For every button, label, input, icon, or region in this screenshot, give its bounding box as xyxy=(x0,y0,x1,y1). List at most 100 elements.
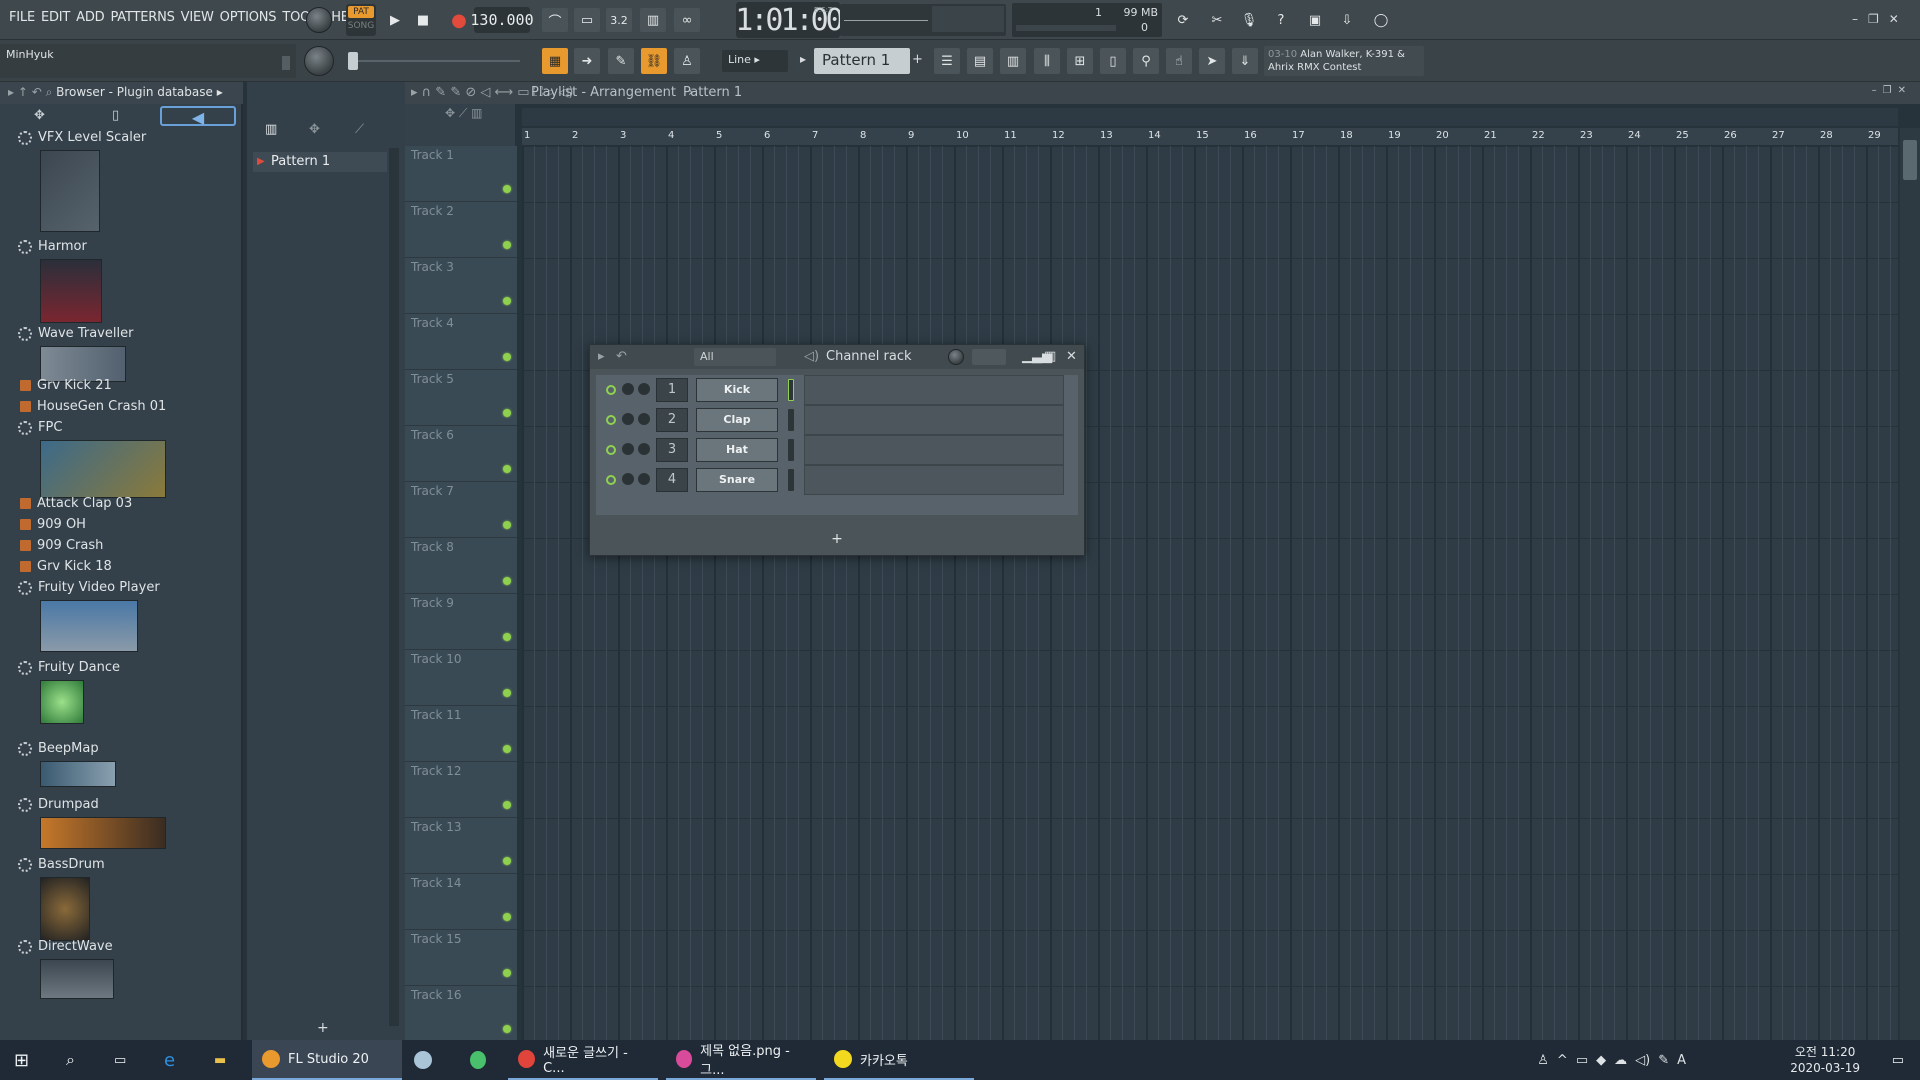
start-button[interactable]: ⊞ xyxy=(4,1040,39,1080)
save-button[interactable]: ▣ xyxy=(1302,8,1328,32)
track-mute-led[interactable] xyxy=(503,465,511,473)
playlist-snap-button[interactable]: ▦ xyxy=(542,48,568,74)
system-tray[interactable]: ♙ ^ ▭ ◆ ☁ ◁) ✎ A xyxy=(1527,1040,1696,1080)
plugin-thumbnail-image[interactable] xyxy=(40,817,166,849)
track-header[interactable]: Track 4 xyxy=(405,314,517,370)
all-tab[interactable]: ✥ xyxy=(34,108,45,123)
playlist-window-button[interactable]: ☰ xyxy=(934,48,960,74)
master-volume-slider[interactable] xyxy=(350,60,520,62)
ime-indicator[interactable]: A xyxy=(1677,1053,1686,1068)
plugin-database-tab[interactable]: ◀ xyxy=(160,106,236,127)
channel-name-button[interactable]: Clap xyxy=(696,408,778,432)
taskbar-app-button[interactable]: FL Studio 20 xyxy=(252,1040,402,1080)
browser-item[interactable]: Fruity Video Player xyxy=(18,580,160,595)
undo-history-button[interactable]: ⟳ xyxy=(1170,8,1196,32)
track-header[interactable]: Track 12 xyxy=(405,762,517,818)
tempo-display[interactable]: 130.000 xyxy=(470,7,534,33)
channel-volume-knob[interactable] xyxy=(638,413,650,425)
channel-volume-knob[interactable] xyxy=(638,473,650,485)
timeline-ruler[interactable]: 1 2 3 4 5 6 7 8 9 10 11 12 13 14 15 16 17 18 19 20 21 22 23 24 2… xyxy=(522,128,1898,146)
channel-step-area[interactable] xyxy=(804,375,1064,405)
track-header[interactable]: Track 11 xyxy=(405,706,517,762)
track-header[interactable]: Track 13 xyxy=(405,818,517,874)
chat-button[interactable]: ◯ xyxy=(1368,8,1394,32)
stamp-button[interactable]: ♙ xyxy=(674,48,700,74)
record-button[interactable]: ● xyxy=(446,8,472,32)
tempo-tapper-button[interactable]: ➤ xyxy=(1199,48,1225,74)
track-mute-led[interactable] xyxy=(503,689,511,697)
browser-item[interactable]: BeepMap xyxy=(18,741,99,756)
cut-tool-button[interactable]: ✂ xyxy=(1204,8,1230,32)
pattern-prev-arrow[interactable]: ▸ xyxy=(800,52,806,66)
menu-file[interactable]: FILE xyxy=(6,10,38,25)
browser-item[interactable]: Fruity Dance xyxy=(18,660,120,675)
channel-pan-knob[interactable] xyxy=(622,413,634,425)
rack-filter-selector[interactable]: All xyxy=(694,348,776,366)
taskbar-app-button[interactable]: 카카오톡 xyxy=(824,1040,974,1080)
add-channel-button[interactable]: + xyxy=(590,531,1084,551)
minimize-icon[interactable]: – xyxy=(1852,12,1868,26)
channel-select-indicator[interactable] xyxy=(788,409,794,431)
track-mute-led[interactable] xyxy=(503,577,511,585)
channel-mixer-track[interactable]: 2 xyxy=(656,408,688,432)
plugin-thumbnail-image[interactable] xyxy=(40,600,138,652)
project-button[interactable]: ▯ xyxy=(1100,48,1126,74)
channel-select-indicator[interactable] xyxy=(788,439,794,461)
track-header[interactable]: Track 1 xyxy=(405,146,517,202)
menu-options[interactable]: OPTIONS xyxy=(217,10,280,25)
track-header[interactable]: Track 5 xyxy=(405,370,517,426)
rack-undo-icon[interactable]: ↶ xyxy=(616,349,627,364)
track-mute-led[interactable] xyxy=(503,297,511,305)
track-header[interactable]: Track 3 xyxy=(405,258,517,314)
countdown-button[interactable]: 3.2 xyxy=(606,8,632,32)
menu-edit[interactable]: EDIT xyxy=(38,10,73,25)
browser-item[interactable]: BassDrum xyxy=(18,857,105,872)
stop-button[interactable]: ■ xyxy=(410,8,436,32)
explorer-button[interactable]: ▬ xyxy=(204,1040,236,1080)
mixer-window-button[interactable]: ⫼ xyxy=(1034,48,1060,74)
add-pattern-button[interactable]: + xyxy=(912,52,923,67)
track-mute-led[interactable] xyxy=(503,241,511,249)
browser-nav-icons[interactable]: ▸ ↑ ↶ ⌕ xyxy=(8,85,56,99)
browser-item[interactable]: Attack Clap 03 xyxy=(20,496,132,511)
plugin-thumbnail-image[interactable] xyxy=(40,150,100,232)
playlist-vertical-scrollbar[interactable] xyxy=(1900,128,1920,1040)
browser-item[interactable]: DirectWave xyxy=(18,939,113,954)
browser-item[interactable]: VFX Level Scaler xyxy=(18,130,146,145)
browser-window-button[interactable]: ⊞ xyxy=(1067,48,1093,74)
step-sequencer-icon[interactable]: ▥ xyxy=(1044,349,1056,364)
channel-mute-led[interactable] xyxy=(606,445,616,455)
pattern-selector[interactable]: Pattern 1 xyxy=(814,48,910,74)
browser-item[interactable]: Grv Kick 18 xyxy=(20,559,112,574)
piano-roll-window-button[interactable]: ▤ xyxy=(967,48,993,74)
export-button[interactable]: ⇩ xyxy=(1334,8,1360,32)
pattern-list-item[interactable]: ▶ Pattern 1 xyxy=(253,152,387,172)
picker-add-button[interactable]: + xyxy=(317,1020,329,1036)
channel-rack-window-button[interactable]: ▥ xyxy=(1000,48,1026,74)
search-button[interactable]: ⌕ xyxy=(56,1040,85,1080)
channel-mixer-track[interactable]: 3 xyxy=(656,438,688,462)
channel-step-area[interactable] xyxy=(804,465,1064,495)
step-edit-button[interactable]: ▥ xyxy=(640,8,666,32)
track-mute-led[interactable] xyxy=(503,745,511,753)
loop-record-button[interactable]: ∞ xyxy=(674,8,700,32)
track-mute-led[interactable] xyxy=(503,857,511,865)
track-mute-led[interactable] xyxy=(503,185,511,193)
channel-rack-titlebar[interactable]: ▸ ↶ All ◁) Channel rack ▁▃▅ ▥ ✕ xyxy=(590,345,1084,369)
plugin-picker-button[interactable]: ⚲ xyxy=(1133,48,1159,74)
track-tools-icons[interactable]: ✥ ⟋ ▥ xyxy=(445,106,482,121)
channel-mixer-track[interactable]: 1 xyxy=(656,378,688,402)
edge-button[interactable]: e xyxy=(154,1040,185,1080)
task-view-button[interactable]: ▭ xyxy=(104,1040,136,1080)
arrow-button[interactable]: ➜ xyxy=(574,48,600,74)
taskbar-app-button[interactable] xyxy=(460,1040,504,1080)
taskbar-app-button[interactable] xyxy=(404,1040,454,1080)
browser-item[interactable]: 909 OH xyxy=(20,517,86,532)
draw-button[interactable]: ✎ xyxy=(608,48,634,74)
snap-selector[interactable]: Line ▸ xyxy=(722,50,788,72)
track-mute-led[interactable] xyxy=(503,1025,511,1033)
maximize-icon[interactable]: ❐ xyxy=(1868,12,1889,26)
track-mute-led[interactable] xyxy=(503,409,511,417)
rack-swing-knob[interactable] xyxy=(948,349,964,365)
picker-tab-automation[interactable]: ⟋ xyxy=(355,122,364,137)
